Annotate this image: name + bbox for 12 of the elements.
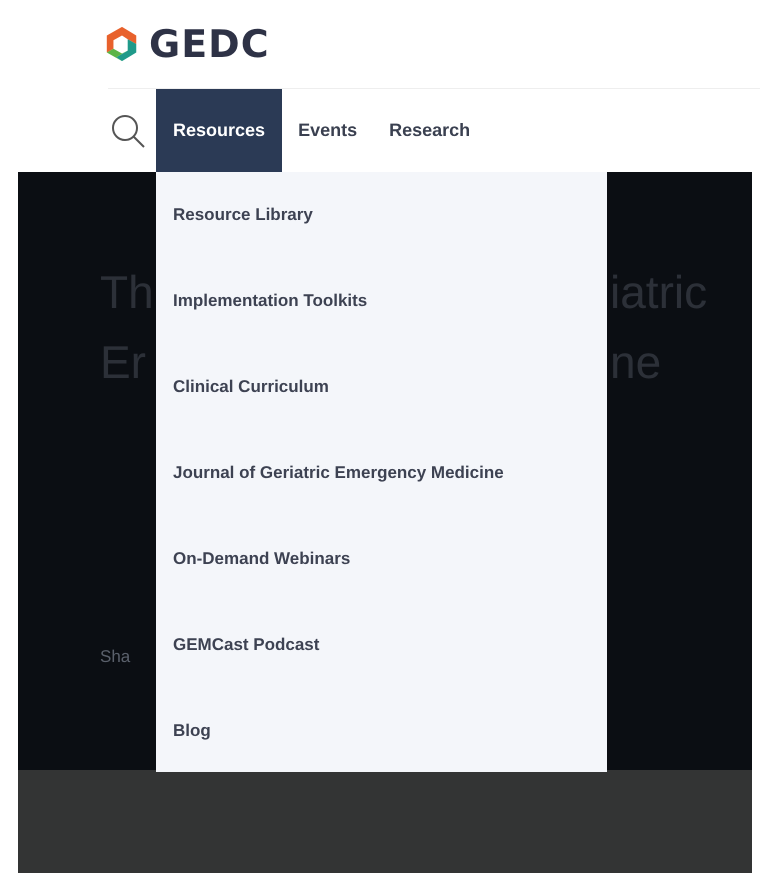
menu-item[interactable]: GEMCast Podcast (156, 630, 607, 660)
nav-tab[interactable]: Events (282, 89, 374, 172)
menu-item[interactable]: Clinical Curriculum (156, 372, 607, 402)
menu-item[interactable]: Implementation Toolkits (156, 286, 607, 316)
menu-item[interactable]: Blog (156, 716, 607, 746)
menu-item[interactable]: Journal of Geriatric Emergency Medicine (156, 458, 607, 488)
share-label: Sha (100, 647, 132, 667)
nav-tab[interactable]: Resources (156, 89, 282, 172)
logo-text[interactable]: GEDC (149, 22, 270, 66)
menu-item[interactable]: Resource Library (156, 200, 607, 230)
nav-tab[interactable]: Research (373, 89, 486, 172)
menu-item[interactable]: On-Demand Webinars (156, 544, 607, 574)
